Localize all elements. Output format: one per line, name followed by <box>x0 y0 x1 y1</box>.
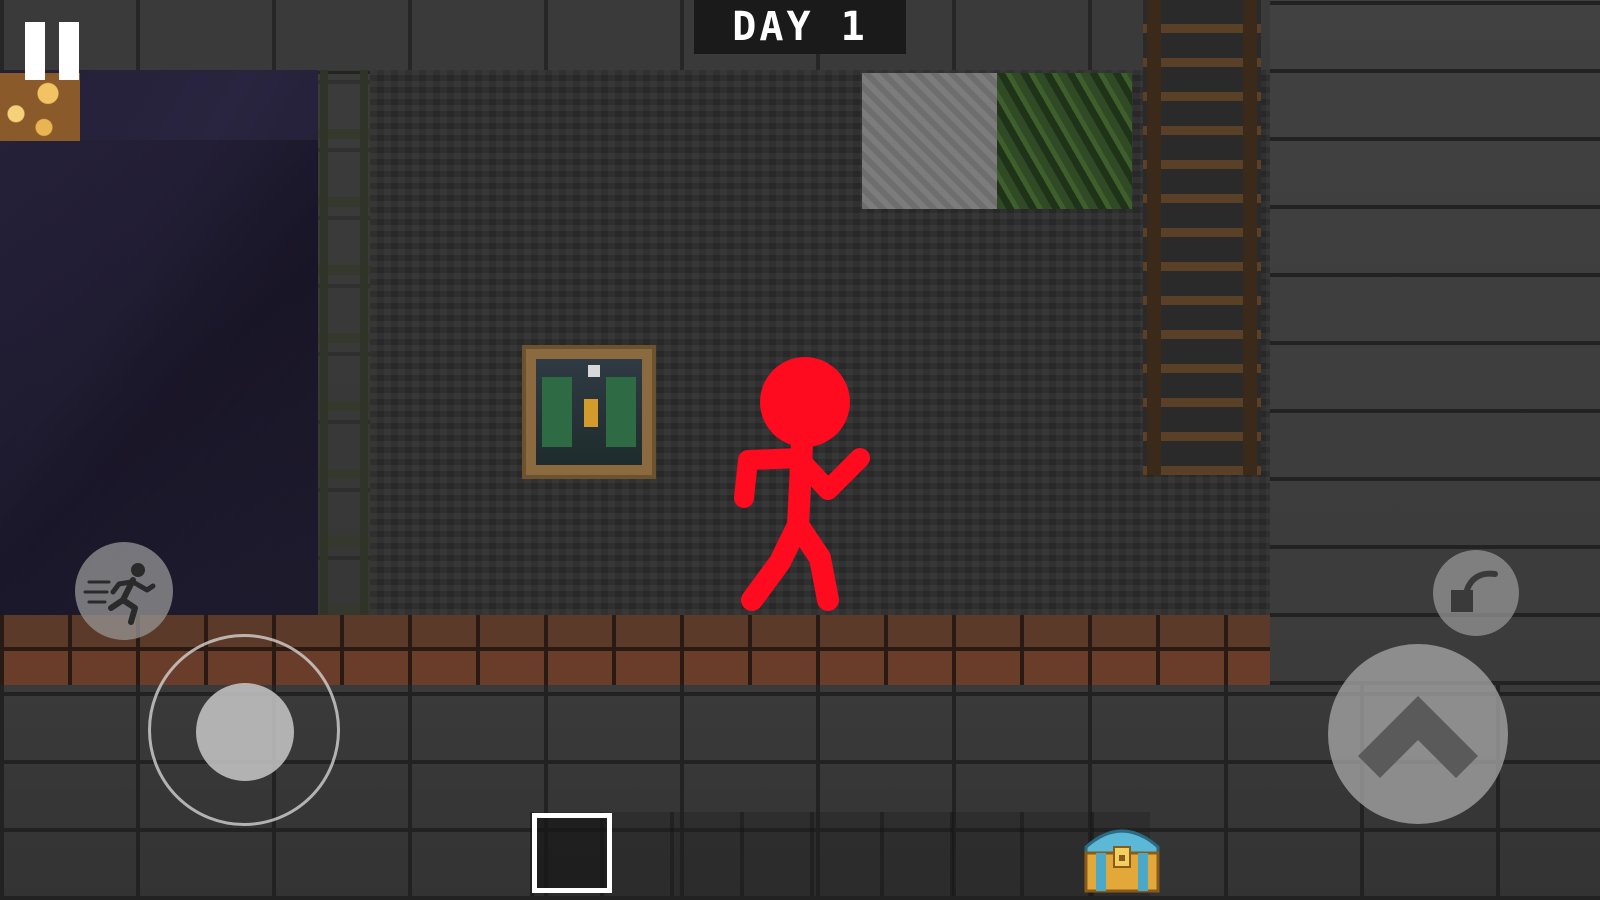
painting-moon <box>588 365 600 377</box>
painting-canvas <box>536 359 642 465</box>
joystick-knob[interactable] <box>196 683 294 781</box>
treasure-chest-icon <box>1084 829 1160 893</box>
player-head <box>760 357 850 447</box>
pause-icon <box>25 22 45 80</box>
inventory-chest-button[interactable] <box>1080 815 1164 895</box>
stone-block <box>862 73 997 209</box>
hotbar-slot-selected[interactable] <box>532 813 612 893</box>
place-block-icon <box>1451 570 1498 612</box>
chevron-up-icon <box>1358 696 1478 778</box>
glowstone-block <box>0 73 80 141</box>
left-ladder <box>318 70 370 615</box>
painting-tree <box>542 377 572 447</box>
player-right-arm <box>792 448 870 500</box>
player-right-leg <box>787 514 839 611</box>
leaves-block <box>997 73 1132 209</box>
painting-lamp <box>584 399 598 427</box>
pause-icon <box>59 22 79 80</box>
jump-button[interactable] <box>1328 644 1508 824</box>
wall-painting <box>522 345 656 479</box>
sprint-button[interactable] <box>75 542 173 640</box>
player-left-leg <box>741 514 809 611</box>
day-counter: DAY 1 <box>694 0 906 54</box>
place-block-button[interactable] <box>1433 550 1519 636</box>
running-person-icon <box>83 563 156 625</box>
pause-button[interactable] <box>22 22 82 82</box>
right-ladder <box>1143 0 1261 475</box>
hotbar <box>530 812 1150 896</box>
game-viewport: DAY 1 <box>0 0 1600 900</box>
painting-tree <box>606 377 636 447</box>
red-stickman-player <box>734 357 870 611</box>
